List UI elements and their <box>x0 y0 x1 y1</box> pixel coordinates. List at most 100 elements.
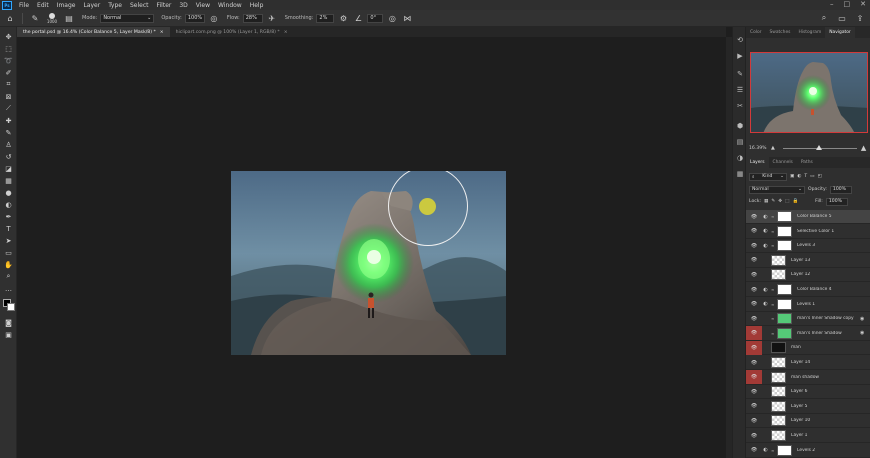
filter-smart-icon[interactable]: ◰ <box>818 174 822 179</box>
minimize-button[interactable]: – <box>830 0 834 8</box>
blur-icon[interactable]: ● <box>2 187 15 198</box>
layer-row[interactable]: 👁 ◐ ∞ Levels 3 <box>746 239 870 254</box>
move-icon[interactable]: ✥ <box>2 31 15 42</box>
document-image[interactable] <box>231 171 506 355</box>
gradient-icon[interactable]: ▦ <box>2 175 15 186</box>
tab-hiclipart[interactable]: hiclipart.com.png @ 100% (Layer 1, RGB/8… <box>170 27 294 37</box>
history-icon[interactable]: ⟲ <box>735 35 745 45</box>
menu-view[interactable]: View <box>192 2 214 9</box>
layer-thumbnail[interactable] <box>771 357 786 368</box>
layer-thumbnail[interactable] <box>771 269 786 281</box>
layer-name[interactable]: Layer 1 <box>788 433 860 438</box>
smoothing-field[interactable]: 2% <box>316 13 335 23</box>
lock-all-icon[interactable]: 🔒 <box>792 199 798 204</box>
menu-image[interactable]: Image <box>53 2 80 9</box>
zoom-out-icon[interactable]: ▲ <box>771 145 775 151</box>
background-color-swatch[interactable] <box>7 303 15 311</box>
layer-effects-icon[interactable]: ◉ <box>860 330 870 336</box>
layer-row[interactable]: 👁 ◐ ∞ Selective Color 1 <box>746 225 870 239</box>
layer-row[interactable]: 👁 Layer 6 <box>746 385 870 400</box>
close-icon[interactable]: × <box>284 30 288 35</box>
path-select-icon[interactable]: ➤ <box>2 235 15 246</box>
zoom-slider-handle[interactable] <box>815 144 822 150</box>
tools-icon[interactable]: ✂ <box>735 101 745 111</box>
layer-name[interactable]: man shadow <box>788 375 860 380</box>
visibility-eye-icon[interactable]: 👁 <box>746 210 762 224</box>
close-button[interactable]: ✕ <box>860 0 866 8</box>
marquee-icon[interactable]: ⬚ <box>2 43 15 54</box>
layer-name[interactable]: man's Inner Shadow <box>794 331 860 336</box>
menu-type[interactable]: Type <box>104 2 126 9</box>
layer-thumbnail[interactable] <box>771 400 786 412</box>
layer-row[interactable]: 👁 Layer 14 <box>746 356 870 370</box>
layer-row[interactable]: 👁 ∞ man's Inner Shadow copy ◉ <box>746 312 870 327</box>
visibility-eye-icon[interactable]: 👁 <box>746 429 762 443</box>
tab-histogram[interactable]: Histogram <box>794 27 825 38</box>
visibility-eye-icon[interactable]: 👁 <box>746 326 762 341</box>
visibility-eye-icon[interactable]: 👁 <box>746 385 762 399</box>
layer-filter-kind[interactable]: ⌕ Kind ⌄ <box>749 172 787 181</box>
link-icon[interactable]: ∞ <box>771 287 775 292</box>
layer-row[interactable]: 👁 ◐ ∞ Color Balance 5 <box>746 210 870 224</box>
layer-row[interactable]: 👁 man <box>746 340 870 356</box>
visibility-eye-icon[interactable]: 👁 <box>746 443 762 457</box>
pressure-opacity-icon[interactable]: ◎ <box>208 12 220 24</box>
layer-comps-icon[interactable]: ▦ <box>735 169 745 179</box>
visibility-eye-icon[interactable]: 👁 <box>746 239 762 253</box>
play-icon[interactable]: ▶ <box>735 51 745 61</box>
adjustments-icon[interactable]: ☰ <box>735 85 745 95</box>
healing-icon[interactable]: ✚ <box>2 115 15 126</box>
quick-mask-icon[interactable]: ◙ <box>2 317 15 328</box>
tab-layers[interactable]: Layers <box>746 157 769 168</box>
visibility-eye-icon[interactable]: 👁 <box>746 340 762 355</box>
layer-name[interactable]: Layer 12 <box>788 272 860 277</box>
visibility-eye-icon[interactable]: 👁 <box>746 312 762 326</box>
brush-settings-icon[interactable]: ▤ <box>63 12 75 24</box>
lock-transparent-icon[interactable]: ▦ <box>764 199 768 204</box>
opacity-field[interactable]: 100% <box>184 13 205 23</box>
search-icon[interactable]: ⌕ <box>818 12 830 24</box>
tab-channels[interactable]: Channels <box>769 157 797 168</box>
flow-field[interactable]: 28% <box>242 13 263 23</box>
layer-row[interactable]: 👁 Layer 1 <box>746 429 870 443</box>
menu-edit[interactable]: Edit <box>33 2 53 9</box>
hand-icon[interactable]: ✋ <box>2 259 15 270</box>
mode-select[interactable]: Normal ⌄ <box>100 13 155 23</box>
stamp-icon[interactable]: ♙ <box>2 139 15 150</box>
layer-row[interactable]: 👁 ◐ ∞ Color Balance 4 <box>746 283 870 297</box>
properties-icon[interactable]: ▤ <box>735 137 745 147</box>
symmetry-icon[interactable]: ⋈ <box>401 12 413 24</box>
layer-row[interactable]: 👁 ◐ ∞ Levels 2 <box>746 444 870 458</box>
layer-thumbnail[interactable] <box>771 415 786 427</box>
layer-row[interactable]: 👁 man shadow <box>746 370 870 385</box>
fill-field[interactable]: 100% <box>825 197 848 206</box>
pressure-size-icon[interactable]: ◎ <box>386 12 398 24</box>
more-icon[interactable]: … <box>2 283 15 294</box>
layer-thumbnail[interactable] <box>777 313 792 325</box>
layer-thumbnail[interactable] <box>777 240 792 252</box>
layer-row[interactable]: 👁 Layer 12 <box>746 268 870 283</box>
crop-icon[interactable]: ⌗ <box>2 79 15 90</box>
zoom-value[interactable]: 16.39% <box>749 146 771 151</box>
layer-name[interactable]: Levels 2 <box>794 448 860 453</box>
layer-name[interactable]: man's Inner Shadow copy <box>794 316 860 321</box>
visibility-eye-icon[interactable]: 👁 <box>746 297 762 311</box>
3d-icon[interactable]: ⬢ <box>735 121 745 131</box>
layer-thumbnail[interactable] <box>771 342 786 354</box>
eyedropper-icon[interactable]: ⟋ <box>2 103 15 114</box>
visibility-eye-icon[interactable]: 👁 <box>746 399 762 413</box>
filter-adjust-icon[interactable]: ◐ <box>797 174 801 179</box>
brushes-icon[interactable]: ✎ <box>735 69 745 79</box>
link-icon[interactable]: ∞ <box>771 214 775 219</box>
layer-row[interactable]: 👁 Layer 5 <box>746 400 870 414</box>
visibility-eye-icon[interactable]: 👁 <box>746 414 762 428</box>
menu-filter[interactable]: Filter <box>153 2 176 9</box>
lock-pixels-icon[interactable]: ✎ <box>771 199 775 204</box>
filter-shape-icon[interactable]: ▭ <box>810 174 814 179</box>
layer-thumbnail[interactable] <box>777 444 792 456</box>
menu-3d[interactable]: 3D <box>175 2 191 9</box>
home-icon[interactable]: ⌂ <box>4 12 16 24</box>
zoom-in-icon[interactable]: ▲ <box>861 144 866 152</box>
layer-effects-icon[interactable]: ◉ <box>860 316 870 322</box>
link-icon[interactable]: ∞ <box>771 331 775 336</box>
